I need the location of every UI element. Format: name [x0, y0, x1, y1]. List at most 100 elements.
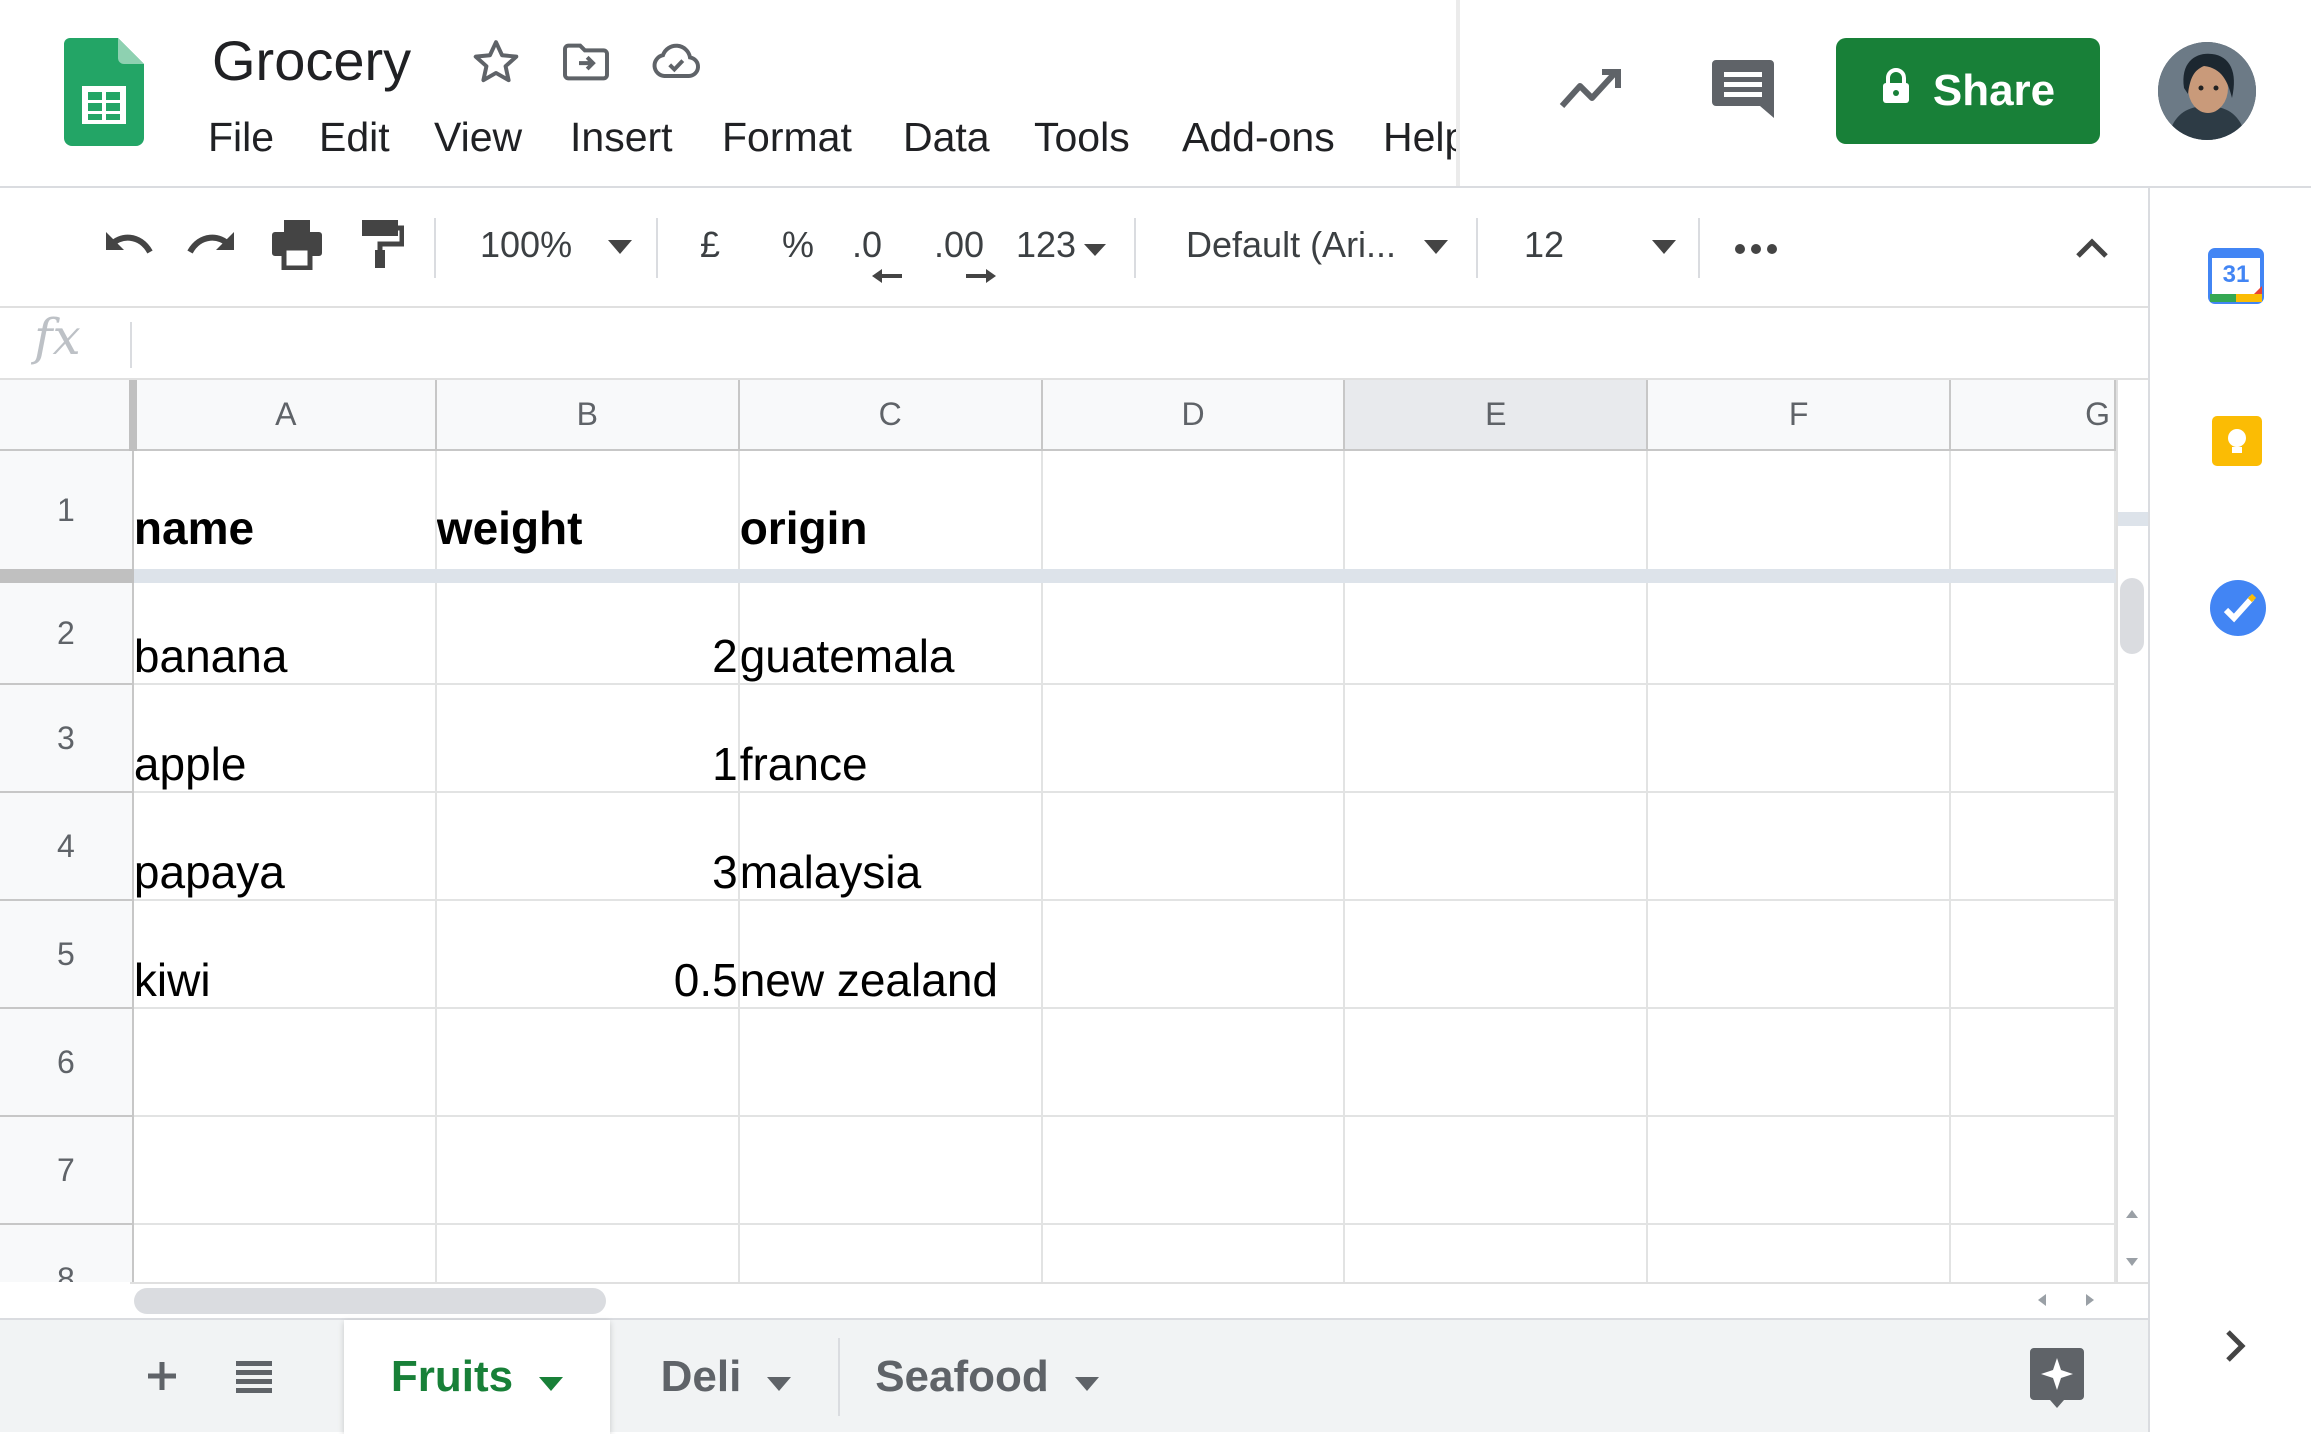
cell-a7[interactable] [132, 1116, 437, 1225]
cell-b6[interactable] [435, 1008, 740, 1117]
row-header[interactable]: 6 [0, 1008, 134, 1117]
menu-data[interactable]: Data [903, 114, 990, 161]
account-avatar[interactable] [2158, 42, 2256, 140]
undo-icon[interactable] [100, 224, 156, 273]
menu-file[interactable]: File [208, 114, 274, 161]
cell-c3[interactable]: france [738, 684, 1043, 793]
print-icon[interactable] [270, 218, 324, 275]
cell-c7[interactable] [738, 1116, 1043, 1225]
cell-g7[interactable] [1950, 1116, 2116, 1225]
cell-d8[interactable] [1041, 1224, 1346, 1282]
row-header[interactable]: 4 [0, 792, 134, 901]
cell-f3[interactable] [1647, 684, 1952, 793]
cell-a1[interactable]: name [132, 450, 437, 583]
format-currency-button[interactable]: £ [700, 224, 720, 266]
cell-b2[interactable]: 2 [435, 576, 740, 685]
column-header-d[interactable]: D [1041, 380, 1346, 451]
collapse-menus-icon[interactable] [2074, 236, 2110, 265]
row-header[interactable]: 5 [0, 900, 134, 1009]
cell-c6[interactable] [738, 1008, 1043, 1117]
cell-f5[interactable] [1647, 900, 1952, 1009]
column-header-f[interactable]: F [1647, 380, 1952, 451]
tab-dropdown-icon[interactable] [539, 1352, 564, 1402]
font-family-select[interactable]: Default (Ari... [1186, 224, 1396, 266]
cell-f6[interactable] [1647, 1008, 1952, 1117]
activity-dashboard-icon[interactable] [1556, 60, 1626, 122]
tab-dropdown-icon[interactable] [1074, 1352, 1099, 1402]
zoom-dropdown-icon[interactable] [608, 240, 632, 259]
menu-addons[interactable]: Add-ons [1182, 114, 1335, 161]
cell-a2[interactable]: banana [132, 576, 437, 685]
cell-c2[interactable]: guatemala [738, 576, 1043, 685]
redo-icon[interactable] [184, 224, 240, 273]
row-header[interactable]: 1 [0, 450, 134, 583]
column-header-a[interactable]: A [132, 380, 437, 451]
menu-tools[interactable]: Tools [1034, 114, 1130, 161]
column-header-c[interactable]: C [738, 380, 1043, 451]
cell-e5[interactable] [1344, 900, 1649, 1009]
more-formats-dropdown-icon[interactable] [1084, 243, 1106, 261]
cell-g3[interactable] [1950, 684, 2116, 793]
explore-icon[interactable] [2028, 1346, 2086, 1415]
add-sheet-icon[interactable] [144, 1358, 180, 1399]
comments-icon[interactable] [1710, 56, 1776, 126]
cell-g1[interactable] [1950, 450, 2116, 583]
cell-e3[interactable] [1344, 684, 1649, 793]
cell-d5[interactable] [1041, 900, 1346, 1009]
cell-g2[interactable] [1950, 576, 2116, 685]
cell-b8[interactable] [435, 1224, 740, 1282]
font-family-dropdown-icon[interactable] [1424, 240, 1448, 259]
column-header-e[interactable]: E [1344, 380, 1649, 451]
cloud-saved-icon[interactable] [648, 34, 704, 90]
cell-d2[interactable] [1041, 576, 1346, 685]
select-all-corner[interactable] [0, 380, 137, 451]
tab-deli[interactable]: Deli [614, 1320, 838, 1434]
move-folder-icon[interactable] [558, 34, 614, 90]
font-size-select[interactable]: 12 [1524, 224, 1564, 266]
more-options-icon[interactable] [1734, 242, 1778, 260]
increase-decimal-button[interactable]: .00 [934, 224, 984, 266]
all-sheets-icon[interactable] [234, 1358, 274, 1399]
expand-panel-icon[interactable] [2220, 1326, 2250, 1366]
row-header[interactable]: 2 [0, 576, 134, 685]
cell-e8[interactable] [1344, 1224, 1649, 1282]
scroll-up-icon[interactable] [2120, 1196, 2144, 1232]
tasks-icon[interactable] [2210, 580, 2266, 636]
menu-view[interactable]: View [434, 114, 522, 161]
cell-g4[interactable] [1950, 792, 2116, 901]
cell-d6[interactable] [1041, 1008, 1346, 1117]
zoom-select[interactable]: 100% [480, 224, 572, 266]
cell-c1[interactable]: origin [738, 450, 1043, 583]
cell-f1[interactable] [1647, 450, 1952, 583]
tab-seafood[interactable]: Seafood [842, 1320, 1132, 1434]
cell-a4[interactable]: papaya [132, 792, 437, 901]
cell-b4[interactable]: 3 [435, 792, 740, 901]
horizontal-scrollbar-thumb[interactable] [134, 1288, 606, 1314]
row-header[interactable]: 3 [0, 684, 134, 793]
column-header-b[interactable]: B [435, 380, 740, 451]
star-icon[interactable] [468, 34, 524, 90]
cell-f4[interactable] [1647, 792, 1952, 901]
calendar-icon[interactable]: 31 [2208, 248, 2264, 304]
row-header[interactable]: 8 [0, 1224, 134, 1282]
cell-f8[interactable] [1647, 1224, 1952, 1282]
formula-input[interactable] [150, 318, 2130, 370]
cell-b7[interactable] [435, 1116, 740, 1225]
cell-d1[interactable] [1041, 450, 1346, 583]
decrease-decimal-button[interactable]: .0 [852, 224, 882, 266]
cell-a6[interactable] [132, 1008, 437, 1117]
cell-a3[interactable]: apple [132, 684, 437, 793]
keep-icon[interactable] [2212, 416, 2262, 466]
menu-insert[interactable]: Insert [570, 114, 673, 161]
cell-a8[interactable] [132, 1224, 437, 1282]
font-size-dropdown-icon[interactable] [1652, 240, 1676, 259]
paint-format-icon[interactable] [360, 218, 405, 275]
scroll-left-icon[interactable] [2024, 1286, 2060, 1314]
cell-g8[interactable] [1950, 1224, 2116, 1282]
cell-b5[interactable]: 0.5 [435, 900, 740, 1009]
cell-c8[interactable] [738, 1224, 1043, 1282]
cell-e4[interactable] [1344, 792, 1649, 901]
menu-edit[interactable]: Edit [319, 114, 390, 161]
menu-format[interactable]: Format [722, 114, 852, 161]
scroll-right-icon[interactable] [2072, 1286, 2108, 1314]
